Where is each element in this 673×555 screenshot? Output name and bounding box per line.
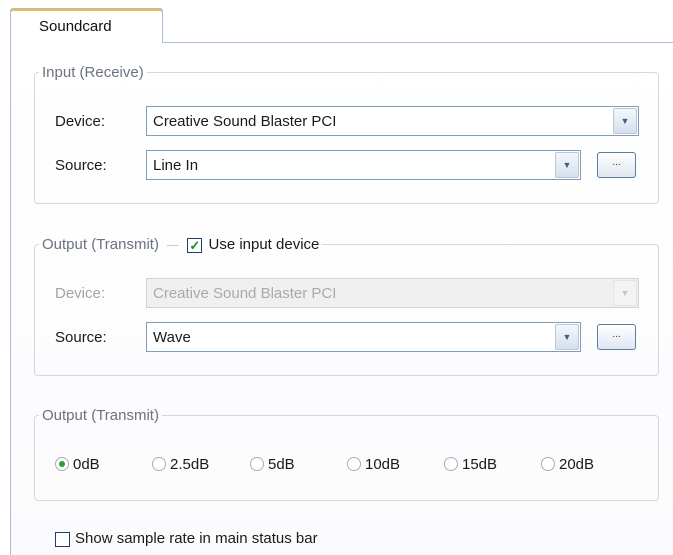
output-source-value: Wave	[153, 329, 191, 346]
show-sample-rate-label[interactable]: Show sample rate in main status bar	[75, 530, 318, 547]
input-group-legend: Input (Receive)	[42, 64, 144, 81]
input-source-browse-button[interactable]: ...	[597, 152, 636, 178]
output-source-browse-button[interactable]: ...	[597, 324, 636, 350]
output-source-label: Source:	[55, 329, 107, 346]
input-device-label: Device:	[55, 113, 106, 130]
chevron-down-icon[interactable]: ▼	[555, 324, 579, 350]
input-source-dropdown[interactable]: Line In ▼	[146, 150, 581, 180]
output-group-title: Output (Transmit)	[42, 236, 159, 253]
radio-button[interactable]	[444, 457, 458, 471]
gain-option-label: 15dB	[462, 456, 498, 473]
radio-button[interactable]	[347, 457, 361, 471]
chevron-down-icon[interactable]: ▼	[613, 108, 637, 134]
output-device-value: Creative Sound Blaster PCI	[153, 285, 337, 302]
input-device-dropdown[interactable]: Creative Sound Blaster PCI ▼	[146, 106, 639, 136]
input-source-value: Line In	[153, 157, 199, 174]
gain-option-label: 20dB	[559, 456, 595, 473]
input-source-label: Source:	[55, 157, 107, 174]
chevron-down-icon: ▼	[613, 280, 637, 306]
output-device-dropdown: Creative Sound Blaster PCI ▼	[146, 278, 639, 308]
show-sample-rate-checkbox[interactable]	[55, 532, 70, 547]
tab-label: Soundcard	[39, 18, 112, 35]
radio-button[interactable]	[541, 457, 555, 471]
legend-divider	[167, 244, 180, 246]
gain-option-label: 2.5dB	[170, 456, 210, 473]
output-group-legend: Output (Transmit) ✓ Use input device	[39, 236, 322, 253]
gain-option-label: 10dB	[365, 456, 401, 473]
gain-option-label: 0dB	[73, 456, 100, 473]
use-input-device-checkbox[interactable]: ✓	[187, 237, 203, 253]
radio-button-selected[interactable]	[55, 457, 69, 471]
radio-button[interactable]	[250, 457, 264, 471]
radio-button[interactable]	[152, 457, 166, 471]
gain-group: Output (Transmit)	[34, 407, 659, 501]
output-device-label: Device:	[55, 285, 106, 302]
output-source-dropdown[interactable]: Wave ▼	[146, 322, 581, 352]
chevron-down-icon[interactable]: ▼	[555, 152, 579, 178]
gain-option-label: 5dB	[268, 456, 295, 473]
input-device-value: Creative Sound Blaster PCI	[153, 113, 337, 130]
use-input-device-checkbox-wrap[interactable]: ✓	[187, 237, 204, 253]
use-input-device-label[interactable]: Use input device	[208, 236, 319, 253]
tab-soundcard[interactable]: Soundcard	[10, 8, 163, 43]
gain-group-legend: Output (Transmit)	[42, 407, 159, 424]
